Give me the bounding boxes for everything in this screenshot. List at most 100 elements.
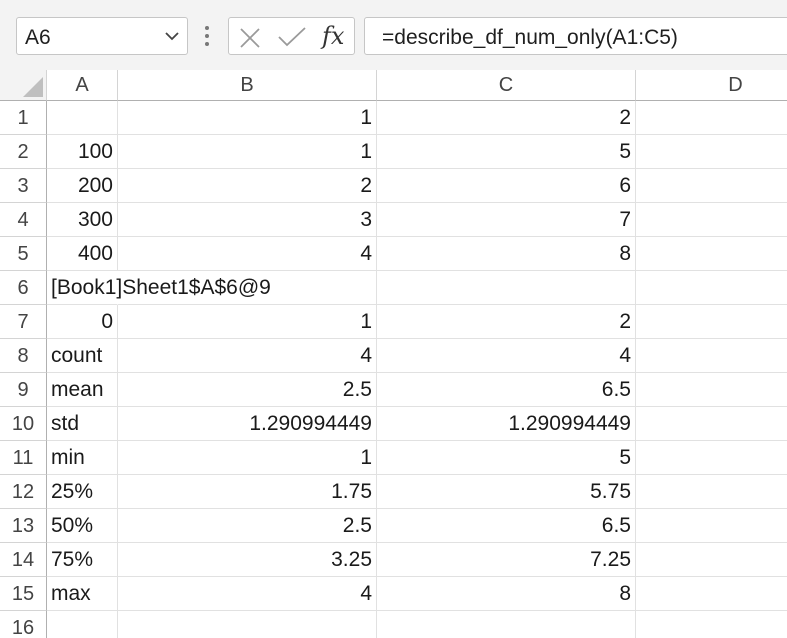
cell-b15[interactable]: 4 [118, 577, 377, 611]
formula-input[interactable]: =describe_df_num_only(A1:C5) [364, 17, 787, 55]
cell-b10[interactable]: 1.290994449 [118, 407, 377, 441]
row-header[interactable]: 6 [0, 271, 47, 305]
cell-d7[interactable] [636, 305, 787, 339]
formula-text[interactable]: =describe_df_num_only(A1:C5) [382, 26, 678, 50]
row-header[interactable]: 11 [0, 441, 47, 475]
cell-c2[interactable]: 5 [377, 135, 636, 169]
chevron-down-icon[interactable] [163, 27, 181, 45]
cell-c13[interactable]: 6.5 [377, 509, 636, 543]
cell-d1[interactable] [636, 101, 787, 135]
cell-d5[interactable] [636, 237, 787, 271]
cell-d4[interactable] [636, 203, 787, 237]
row-header[interactable]: 14 [0, 543, 47, 577]
cell-a2[interactable]: 100 [47, 135, 118, 169]
name-box[interactable]: A6 [16, 17, 188, 55]
cell-c7[interactable]: 2 [377, 305, 636, 339]
row-header[interactable]: 9 [0, 373, 47, 407]
row-header[interactable]: 4 [0, 203, 47, 237]
table-row: 112 [0, 101, 787, 135]
cell-b7[interactable]: 1 [118, 305, 377, 339]
table-row: 8 count 4 4 [0, 339, 787, 373]
cell-d9[interactable] [636, 373, 787, 407]
cell-a15[interactable]: max [47, 577, 118, 611]
cell-a14[interactable]: 75% [47, 543, 118, 577]
cell-d6[interactable] [636, 271, 787, 305]
fx-icon[interactable]: fx [322, 22, 344, 50]
cell-b11[interactable]: 1 [118, 441, 377, 475]
row-header[interactable]: 12 [0, 475, 47, 509]
row-header[interactable]: 3 [0, 169, 47, 203]
row-header[interactable]: 16 [0, 611, 47, 638]
row-header[interactable]: 5 [0, 237, 47, 271]
row-header[interactable]: 1 [0, 101, 47, 135]
cell-c12[interactable]: 5.75 [377, 475, 636, 509]
cell-c10[interactable]: 1.290994449 [377, 407, 636, 441]
column-header-d[interactable]: D [636, 70, 787, 101]
cell-b8[interactable]: 4 [118, 339, 377, 373]
cell-b14[interactable]: 3.25 [118, 543, 377, 577]
column-header-a[interactable]: A [47, 70, 118, 101]
cell-a9[interactable]: mean [47, 373, 118, 407]
cell-d14[interactable] [636, 543, 787, 577]
cell-b13[interactable]: 2.5 [118, 509, 377, 543]
cell-a11[interactable]: min [47, 441, 118, 475]
row-header[interactable]: 7 [0, 305, 47, 339]
rows-container: 1 1 2 2 100 1 5 3 200 2 6 4 300 3 7 5 400 4 8 6 [Book1]Sheet… [0, 101, 787, 638]
cell-d13[interactable] [636, 509, 787, 543]
cell-b3[interactable]: 2 [118, 169, 377, 203]
checkmark-icon[interactable] [277, 26, 307, 48]
cell-c15[interactable]: 8 [377, 577, 636, 611]
cell-b2[interactable]: 1 [118, 135, 377, 169]
cell-c9[interactable]: 6.5 [377, 373, 636, 407]
cell-c3[interactable]: 6 [377, 169, 636, 203]
cell-d2[interactable] [636, 135, 787, 169]
row-header[interactable]: 13 [0, 509, 47, 543]
cell-b9[interactable]: 2.5 [118, 373, 377, 407]
cell-a5[interactable]: 400 [47, 237, 118, 271]
cell-d16[interactable] [636, 611, 787, 638]
cell-a7[interactable]: 0 [47, 305, 118, 339]
row-header[interactable]: 15 [0, 577, 47, 611]
cell-b1[interactable]: 1 [118, 101, 377, 135]
column-header-b[interactable]: B [118, 70, 377, 101]
cell-d15[interactable] [636, 577, 787, 611]
row-header[interactable]: 2 [0, 135, 47, 169]
cell-d3[interactable] [636, 169, 787, 203]
cell-d10[interactable] [636, 407, 787, 441]
cancel-x-icon[interactable] [239, 27, 261, 49]
cell-b12[interactable]: 1.75 [118, 475, 377, 509]
cell-d11[interactable] [636, 441, 787, 475]
cell-c6[interactable] [377, 271, 636, 305]
cell-d12[interactable] [636, 475, 787, 509]
row-header[interactable]: 8 [0, 339, 47, 373]
cell-a13[interactable]: 50% [47, 509, 118, 543]
table-row: 4 300 3 7 [0, 203, 787, 237]
cell-a10[interactable]: std [47, 407, 118, 441]
cell-c14[interactable]: 7.25 [377, 543, 636, 577]
cell-c16[interactable] [377, 611, 636, 638]
cell-b5[interactable]: 4 [118, 237, 377, 271]
cell-c8[interactable]: 4 [377, 339, 636, 373]
table-row: 5 400 4 8 [0, 237, 787, 271]
cell-a3[interactable]: 200 [47, 169, 118, 203]
cell-d8[interactable] [636, 339, 787, 373]
cell-c11[interactable]: 5 [377, 441, 636, 475]
cell-b6[interactable] [118, 271, 377, 305]
spreadsheet-window: A6 fx =describe_df_num_only(A1:C5) A B C… [0, 0, 787, 638]
cell-c5[interactable]: 8 [377, 237, 636, 271]
name-box-value[interactable]: A6 [25, 26, 51, 50]
cell-a4[interactable]: 300 [47, 203, 118, 237]
cell-b16[interactable] [118, 611, 377, 638]
cell-b4[interactable]: 3 [118, 203, 377, 237]
cell-a16[interactable] [47, 611, 118, 638]
row-header[interactable]: 10 [0, 407, 47, 441]
column-header-c[interactable]: C [377, 70, 636, 101]
cell-c4[interactable]: 7 [377, 203, 636, 237]
cell-a1[interactable] [47, 101, 118, 135]
select-all-corner[interactable] [0, 70, 47, 101]
drag-handle-icon[interactable] [203, 25, 211, 47]
cell-a6[interactable]: [Book1]Sheet1$A$6@9 [47, 271, 271, 305]
cell-a12[interactable]: 25% [47, 475, 118, 509]
cell-c1[interactable]: 2 [377, 101, 636, 135]
cell-a8[interactable]: count [47, 339, 118, 373]
